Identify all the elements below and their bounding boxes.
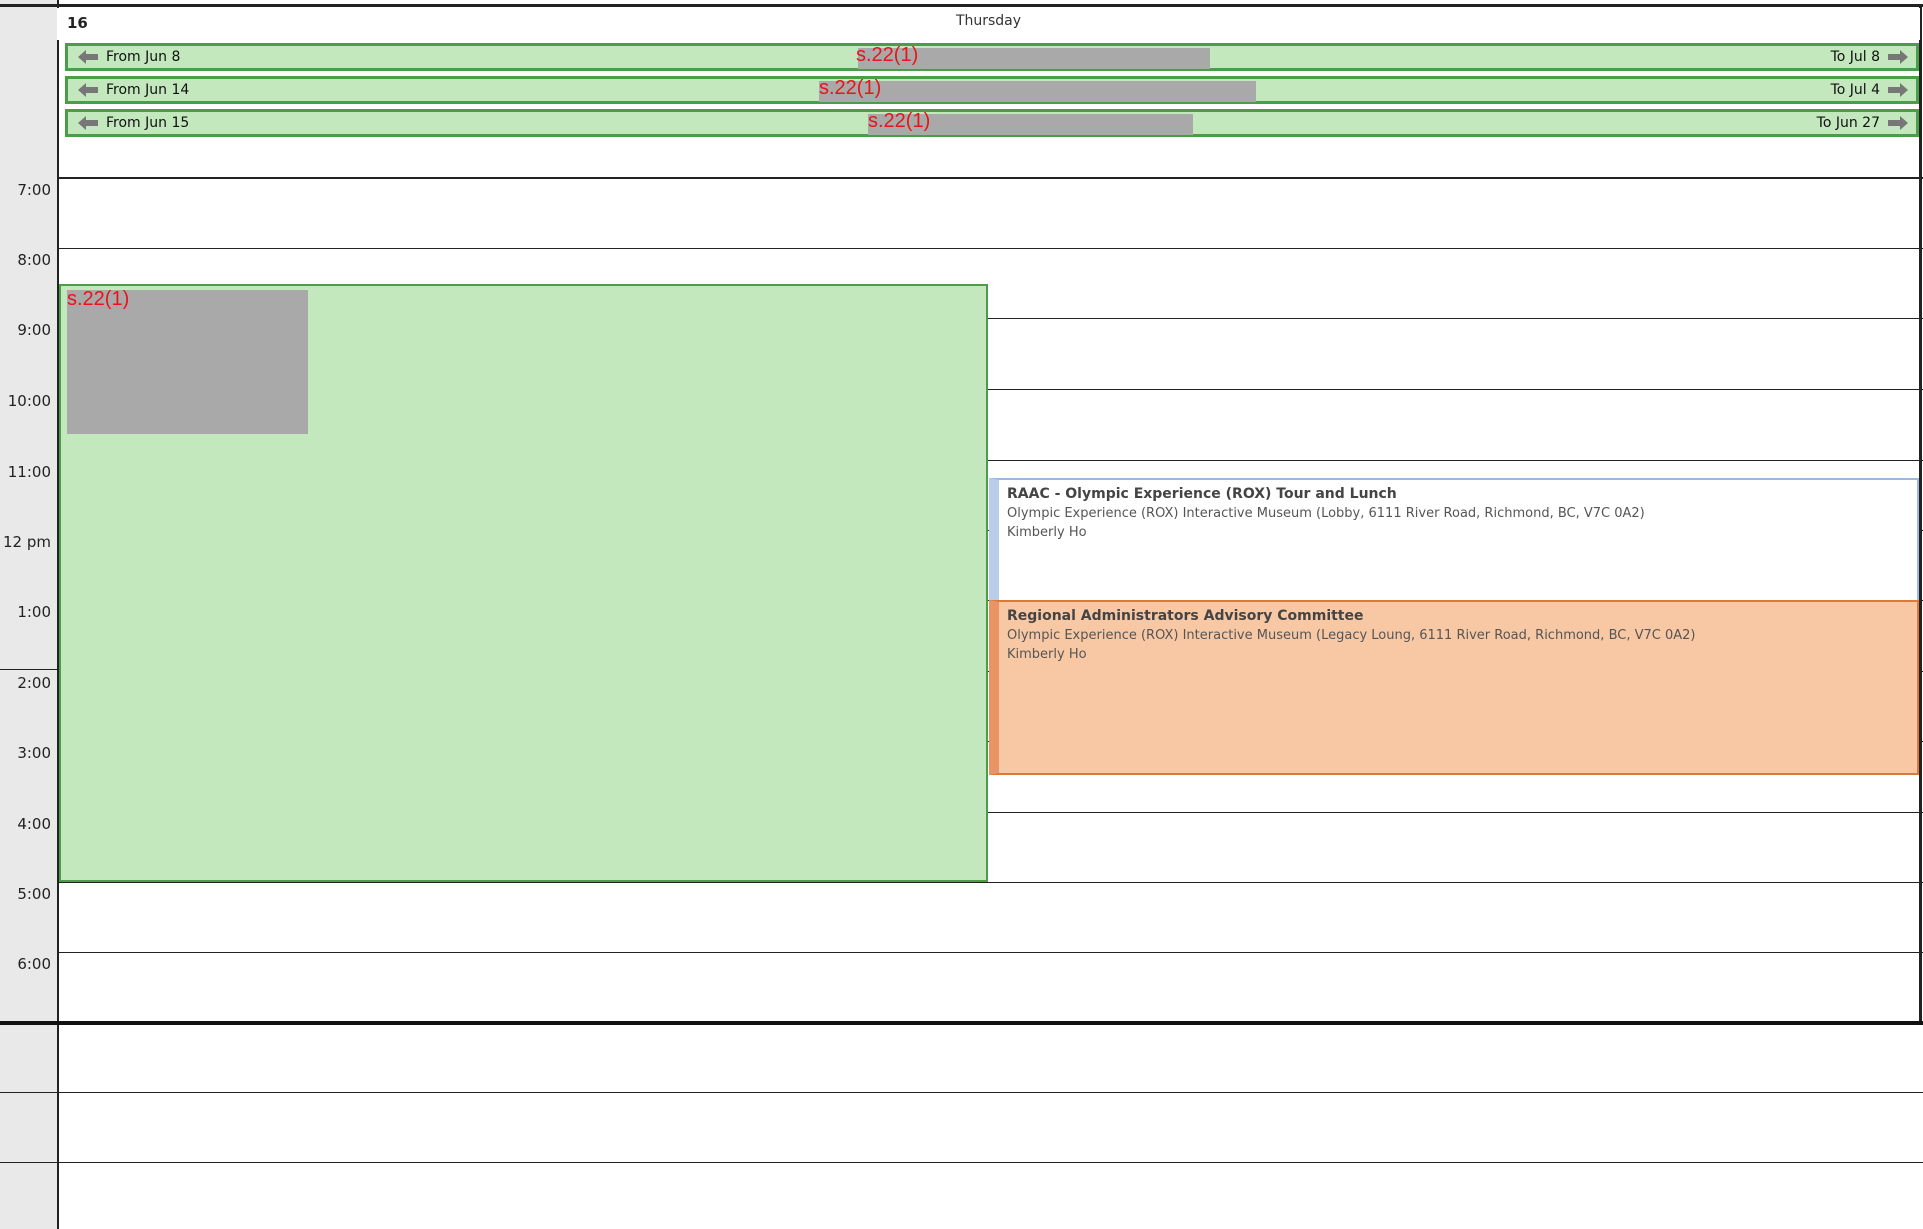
right-border — [1919, 4, 1922, 1024]
time-label: 6:00 — [17, 955, 51, 973]
top-border — [0, 4, 1923, 7]
time-label: 5:00 — [17, 885, 51, 903]
arrow-right-icon — [1888, 83, 1908, 97]
time-label: 11:00 — [7, 463, 51, 481]
arrow-right-icon — [1888, 116, 1908, 130]
time-label: 3:00 — [17, 744, 51, 762]
day-header: 16 Thursday — [57, 8, 1920, 40]
banner-to-text: To Jul 4 — [1830, 82, 1880, 98]
banner-from: From Jun 14 — [78, 82, 189, 98]
banner-to: To Jul 8 — [1831, 49, 1908, 65]
all-day-separator — [59, 177, 1923, 179]
time-label: 9:00 — [17, 321, 51, 339]
event-location: Olympic Experience (ROX) Interactive Mus… — [1007, 628, 1696, 643]
event-organizer: Kimberly Ho — [1007, 647, 1087, 662]
redaction-bar — [819, 81, 1256, 102]
calendar-event-redacted[interactable]: s.22(1) — [59, 284, 988, 882]
time-gutter: 7:00 8:00 9:00 10:00 11:00 12 pm 1:00 2:… — [0, 0, 59, 1229]
banner-from-text: From Jun 14 — [106, 82, 190, 98]
arrow-left-icon — [78, 50, 98, 64]
multi-day-event-banner[interactable]: From Jun 14 s.22(1) To Jul 4 — [65, 76, 1919, 104]
banner-from: From Jun 15 — [78, 115, 189, 131]
banner-to-text: To Jul 8 — [1830, 49, 1880, 65]
calendar-event-regional-committee[interactable]: Regional Administrators Advisory Committ… — [989, 600, 1919, 775]
redaction-block — [67, 290, 308, 434]
time-label: 12 pm — [3, 533, 51, 551]
redaction-label: s.22(1) — [819, 77, 882, 99]
redaction-label: s.22(1) — [856, 44, 919, 66]
hour-line — [0, 1092, 1923, 1093]
redaction-label: s.22(1) — [868, 110, 931, 132]
multi-day-event-banner[interactable]: From Jun 8 s.22(1) To Jul 8 — [65, 43, 1919, 71]
calendar-event-raac[interactable]: RAAC - Olympic Experience (ROX) Tour and… — [989, 478, 1919, 602]
time-label: 4:00 — [17, 815, 51, 833]
hour-line — [59, 248, 1923, 249]
time-label: 2:00 — [17, 674, 51, 692]
arrow-right-icon — [1888, 50, 1908, 64]
banner-to: To Jul 4 — [1831, 82, 1908, 98]
gutter-tick — [0, 669, 59, 670]
working-hours-end-separator — [0, 1021, 1923, 1025]
time-label: 1:00 — [17, 603, 51, 621]
event-location: Olympic Experience (ROX) Interactive Mus… — [1007, 506, 1645, 521]
banner-to: To Jun 27 — [1817, 115, 1908, 131]
multi-day-event-banner[interactable]: From Jun 15 s.22(1) To Jun 27 — [65, 109, 1919, 137]
hour-line — [0, 1162, 1923, 1163]
day-name: Thursday — [955, 13, 1022, 29]
time-label: 8:00 — [17, 251, 51, 269]
banner-from: From Jun 8 — [78, 49, 180, 65]
time-label: 10:00 — [7, 392, 51, 410]
banner-to-text: To Jun 27 — [1816, 115, 1880, 131]
time-label: 7:00 — [17, 181, 51, 199]
arrow-left-icon — [78, 83, 98, 97]
hour-line — [59, 882, 1923, 883]
banner-from-text: From Jun 15 — [106, 115, 190, 131]
banner-from-text: From Jun 8 — [106, 49, 181, 65]
event-title: Regional Administrators Advisory Committ… — [1007, 608, 1364, 624]
arrow-left-icon — [78, 116, 98, 130]
event-title: RAAC - Olympic Experience (ROX) Tour and… — [1007, 486, 1397, 502]
event-organizer: Kimberly Ho — [1007, 525, 1087, 540]
redaction-label: s.22(1) — [67, 288, 130, 310]
hour-line — [59, 952, 1923, 953]
